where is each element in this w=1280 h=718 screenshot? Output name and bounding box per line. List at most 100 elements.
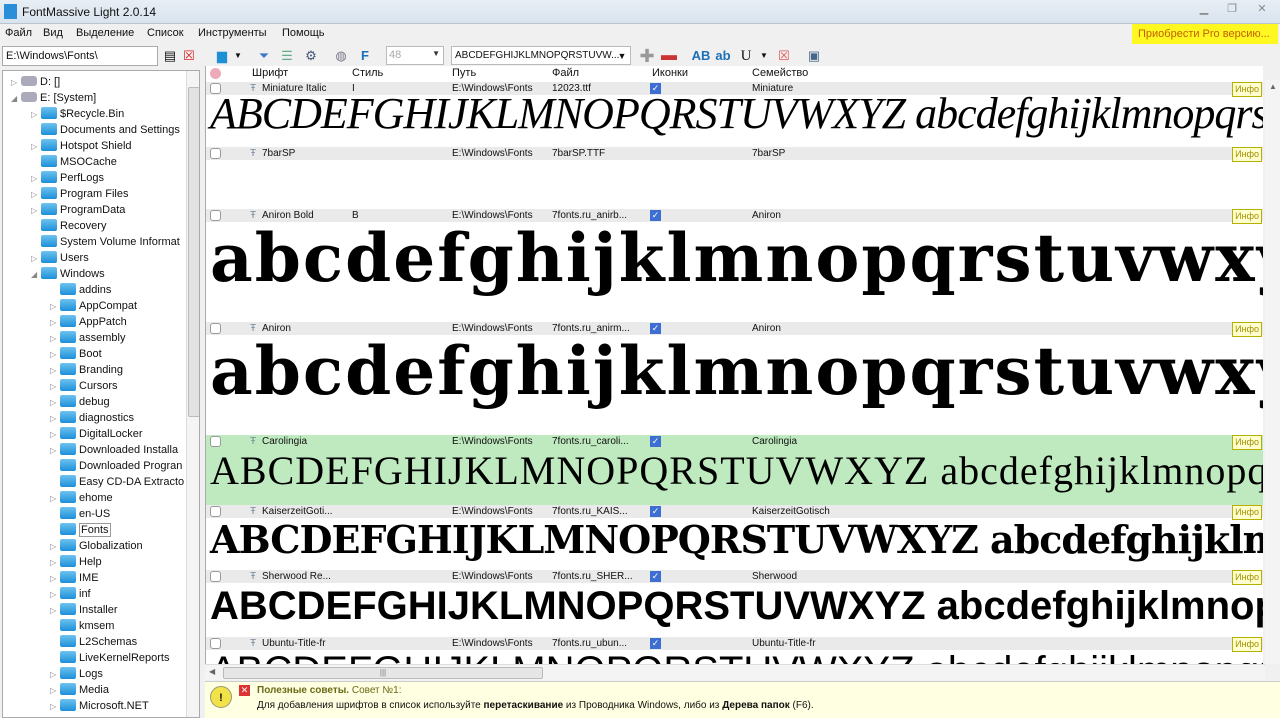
column-icons[interactable]: Иконки (652, 67, 688, 79)
expand-toggle-icon[interactable]: ▷ (50, 603, 60, 619)
tree-scroll-thumb[interactable] (188, 87, 199, 417)
tree-item[interactable]: ▷ Cursors (50, 378, 118, 394)
expand-toggle-icon[interactable]: ▷ (50, 539, 60, 555)
path-input[interactable]: E:\Windows\Fonts\ (2, 46, 158, 66)
tree-item[interactable]: ▷ ProgramData (31, 202, 125, 218)
chevron-down-icon[interactable]: ▼ (615, 46, 629, 66)
icons-checkbox[interactable]: ✓ (650, 436, 661, 447)
font-row[interactable]: Ŧ Aniron E:\Windows\Fonts 7fonts.ru_anir… (206, 322, 1263, 435)
font-row[interactable]: Ŧ Aniron Bold B E:\Windows\Fonts 7fonts.… (206, 209, 1263, 322)
info-button[interactable]: Инфо (1232, 570, 1262, 585)
expand-toggle-icon[interactable]: ▷ (50, 587, 60, 603)
tree-item[interactable]: ▷ Hotspot Shield (31, 138, 132, 154)
tree-item[interactable]: ▷ AppPatch (50, 314, 127, 330)
tree-item[interactable]: ▷ Downloaded Installa (50, 442, 178, 458)
select-all-toggle[interactable] (210, 68, 221, 79)
font-icon[interactable]: F (356, 46, 374, 66)
buy-pro-button[interactable]: Приобрести Pro версию... (1132, 24, 1278, 44)
expand-toggle-icon[interactable]: ▷ (31, 251, 41, 267)
row-checkbox[interactable] (210, 506, 221, 517)
open-folder-icon[interactable]: ▆ (212, 46, 232, 66)
column-style[interactable]: Стиль (352, 67, 383, 79)
tree-item[interactable]: ▷ diagnostics (50, 410, 134, 426)
expand-toggle-icon[interactable]: ▷ (50, 395, 60, 411)
font-row[interactable]: Ŧ Sherwood Re... E:\Windows\Fonts 7fonts… (206, 570, 1263, 637)
tree-item[interactable]: ▷ ehome (50, 490, 113, 506)
horizontal-scrollbar[interactable]: ◀ ||| (205, 664, 1265, 680)
tree-item[interactable]: ▷ Logs (50, 666, 103, 682)
tree-item[interactable]: ◢ E: [System] (11, 90, 96, 106)
maximize-button[interactable]: ❐ (1218, 0, 1246, 18)
tree-item[interactable]: ▷ assembly (50, 330, 125, 346)
expand-toggle-icon[interactable]: ◢ (11, 91, 21, 107)
tree-item[interactable]: kmsem (50, 618, 114, 634)
filter-icon[interactable]: ⏷ (255, 46, 273, 66)
lowercase-button[interactable]: ab (714, 46, 732, 66)
row-checkbox[interactable] (210, 436, 221, 447)
list-scrollbar[interactable]: ▲ (1265, 80, 1280, 664)
tree-item[interactable]: System Volume Informat (31, 234, 180, 250)
expand-toggle-icon[interactable]: ▷ (31, 171, 41, 187)
tree-item[interactable]: Easy CD-DA Extracto (50, 474, 184, 490)
tree-item[interactable]: addins (50, 282, 111, 298)
menu-help[interactable]: Помощь (282, 27, 325, 39)
column-family[interactable]: Семейство (752, 67, 808, 79)
close-tips-icon[interactable]: ✕ (239, 685, 250, 696)
tree-item[interactable]: ▷ Branding (50, 362, 123, 378)
folder-tree[interactable]: ▷ D: [] ◢ E: [System] ▷ $Recycle.Bin Documents… (2, 70, 200, 718)
size-select[interactable]: 48 ▼ (386, 46, 444, 65)
expand-toggle-icon[interactable]: ▷ (31, 139, 41, 155)
expand-toggle-icon[interactable]: ▷ (31, 187, 41, 203)
row-checkbox[interactable] (210, 638, 221, 649)
row-checkbox[interactable] (210, 571, 221, 582)
tree-item[interactable]: ▷ Media (50, 682, 109, 698)
uppercase-button[interactable]: AB (691, 46, 711, 66)
expand-toggle-icon[interactable]: ▷ (50, 379, 60, 395)
menu-list[interactable]: Список (147, 27, 184, 39)
column-path[interactable]: Путь (452, 67, 476, 79)
expand-toggle-icon[interactable]: ▷ (50, 683, 60, 699)
tree-item[interactable]: ▷ Help (50, 554, 102, 570)
icons-checkbox[interactable]: ✓ (650, 571, 661, 582)
add-icon[interactable]: ✚ (638, 46, 656, 66)
expand-toggle-icon[interactable]: ▷ (50, 427, 60, 443)
clear-path-icon[interactable]: ☒ (182, 46, 196, 66)
tree-item[interactable]: en-US (50, 506, 110, 522)
close-button[interactable]: ✕ (1246, 0, 1278, 18)
tree-item[interactable]: Documents and Settings (31, 122, 180, 138)
tree-item[interactable]: ▷ Microsoft.NET (50, 698, 149, 714)
menu-selection[interactable]: Выделение (76, 27, 134, 39)
expand-toggle-icon[interactable]: ▷ (50, 315, 60, 331)
font-row[interactable]: Ŧ Carolingia E:\Windows\Fonts 7fonts.ru_… (206, 435, 1263, 505)
row-checkbox[interactable] (210, 148, 221, 159)
tree-item[interactable]: ▷ IME (50, 570, 99, 586)
expand-toggle-icon[interactable]: ▷ (11, 75, 21, 91)
menu-file[interactable]: Файл (5, 27, 32, 39)
scroll-up-icon[interactable]: ▲ (1269, 82, 1277, 91)
icons-checkbox[interactable]: ✓ (650, 506, 661, 517)
font-row[interactable]: Ŧ KaiserzeitGoti... E:\Windows\Fonts 7fo… (206, 505, 1263, 570)
expand-toggle-icon[interactable]: ▷ (50, 363, 60, 379)
column-file[interactable]: Файл (552, 67, 579, 79)
icons-checkbox[interactable]: ✓ (650, 638, 661, 649)
tree-scrollbar[interactable] (186, 71, 199, 717)
settings-icon[interactable]: ⚙ (302, 46, 320, 66)
chevron-down-icon[interactable]: ▼ (233, 46, 243, 66)
tree-item[interactable]: ▷ Users (31, 250, 89, 266)
tree-item[interactable]: Downloaded Progran (50, 458, 182, 474)
tree-item[interactable]: ▷ Installer (50, 602, 118, 618)
tree-item[interactable]: ▷ D: [] (11, 74, 60, 90)
tree-item[interactable]: Fonts (50, 522, 111, 538)
expand-toggle-icon[interactable]: ▷ (50, 411, 60, 427)
menu-tools[interactable]: Инструменты (198, 27, 267, 39)
tree-item[interactable]: ▷ debug (50, 394, 110, 410)
menu-view[interactable]: Вид (43, 27, 63, 39)
tree-item[interactable]: ▷ $Recycle.Bin (31, 106, 124, 122)
browse-icon[interactable]: ▤ (162, 46, 178, 66)
window-layout-icon[interactable]: ▣ (805, 46, 823, 66)
tree-item[interactable]: LiveKernelReports (50, 650, 170, 666)
font-list[interactable]: Шрифт Стиль Путь Файл Иконки Семейство Ŧ… (205, 66, 1263, 664)
tree-item[interactable]: ▷ inf (50, 586, 91, 602)
expand-toggle-icon[interactable]: ▷ (50, 491, 60, 507)
tree-item[interactable]: ◢ Windows (31, 266, 105, 282)
